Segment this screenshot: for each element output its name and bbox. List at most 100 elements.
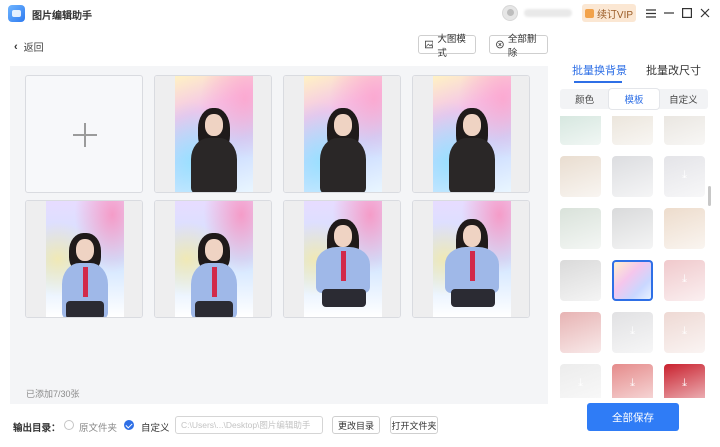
template-thumb-pink-soft[interactable]: ⤓ [664,260,705,301]
person-top [449,138,495,192]
back-button[interactable]: ‹ 返回 [14,39,44,55]
download-icon: ⤓ [682,169,687,181]
image-icon [425,40,434,49]
save-all-button[interactable]: 全部保存 [587,403,679,431]
person-tie [212,267,217,297]
image-tile[interactable] [283,200,401,318]
tile-padding [284,76,304,192]
output-dir-label: 输出目录： [13,423,61,434]
person-face [463,225,481,247]
tile-padding [155,76,175,192]
download-icon: ⤓ [630,377,635,389]
person-tie [83,267,88,297]
segment-color[interactable]: 颜色 [560,89,609,109]
tile-padding [155,201,175,317]
download-icon: ⤓ [578,377,583,389]
template-thumb-beige-texture[interactable] [612,116,653,145]
chevron-left-icon: ‹ [14,40,18,53]
image-tile[interactable] [25,200,143,318]
maximize-icon[interactable] [680,6,694,20]
image-count: 已添加7/30张 [26,389,80,399]
background-panel: 批量换背景 批量改尺寸 颜色 模板 自定义 ⤓ ⤓ ⤓ ⤓ ⤓ ⤓ ⤓ 全部保存 [556,52,720,447]
template-thumb-rainbow-light[interactable] [612,260,653,301]
template-thumb-white-lines[interactable]: ⤓ [612,312,653,353]
delete-all-button[interactable]: 全部删除 [489,34,548,59]
radio-custom-folder[interactable] [124,420,134,430]
template-thumb-coral-red[interactable]: ⤓ [612,364,653,398]
person-skirt [451,289,495,307]
image-grid-panel: 已添加7/30张 [10,66,548,404]
download-icon: ⤓ [682,273,687,285]
radio-original-folder[interactable] [64,420,74,430]
username-blurred[interactable] [524,9,572,17]
add-image-tile[interactable] [25,75,143,193]
tile-padding [253,76,271,192]
template-thumb-grey-mist[interactable] [612,208,653,249]
tile-padding [382,201,400,317]
original-folder-label: 原文件夹 [79,423,118,434]
scrollbar-thumb[interactable] [708,186,711,206]
person-top [320,138,366,192]
segment-custom[interactable]: 自定义 [659,89,708,109]
template-scrollbar[interactable] [708,116,712,398]
person-face [205,239,223,261]
tile-padding [253,201,271,317]
template-thumb-blush-pink[interactable]: ⤓ [664,312,705,353]
image-tile[interactable] [283,75,401,193]
person-tie [470,251,475,281]
tile-padding [413,76,433,192]
download-icon: ⤓ [682,325,687,337]
image-tile[interactable] [154,200,272,318]
template-thumb-mint-marble[interactable] [560,116,601,145]
vip-icon [584,8,594,18]
large-view-label: 大图模式 [437,33,466,59]
large-view-button[interactable]: 大图模式 [418,34,476,59]
person-skirt [66,301,104,317]
person-skirt [195,301,233,317]
template-thumb-red-floral[interactable] [560,312,601,353]
open-folder-button[interactable]: 打开文件夹 [390,416,438,434]
image-tile[interactable] [154,75,272,193]
title-bar: 图片编辑助手 续订VIP [0,0,720,27]
tile-padding [511,76,529,192]
template-thumb-ink-mountain[interactable] [664,116,705,145]
image-tile[interactable] [412,75,530,193]
template-thumb-floral-cream[interactable] [664,208,705,249]
template-thumb-ink-landscape[interactable] [612,156,653,197]
app-logo-icon [8,5,25,22]
change-dir-button[interactable]: 更改目录 [332,416,380,434]
person-face [334,114,352,136]
tab-batch-resize[interactable]: 批量改尺寸 [646,62,701,78]
tile-padding [26,201,46,317]
renew-vip-label: 续订VIP [596,9,634,21]
back-label: 返回 [23,43,44,54]
minimize-icon[interactable] [662,6,676,20]
app-title: 图片编辑助手 [32,11,92,22]
template-thumb-light-grey[interactable]: ⤓ [560,364,601,398]
image-tile[interactable] [412,200,530,318]
menu-icon[interactable] [644,6,658,20]
person-skirt [322,289,366,307]
tile-padding [124,201,142,317]
segment-template[interactable]: 模板 [609,89,659,109]
close-icon[interactable] [698,6,712,20]
output-path-input[interactable]: C:\Users\...\Desktop\图片编辑助手 [175,416,323,434]
avatar[interactable] [502,5,518,21]
template-thumb-cloud-mountain[interactable]: ⤓ [664,156,705,197]
background-type-segments: 颜色 模板 自定义 [560,89,708,109]
person-face [334,225,352,247]
person-face [463,114,481,136]
template-thumb-crimson[interactable]: ⤓ [664,364,705,398]
renew-vip-button[interactable]: 续订VIP [582,4,636,22]
template-thumb-silver-wave[interactable] [560,260,601,301]
template-thumb-misty-mountain-beige[interactable] [560,156,601,197]
custom-folder-label: 自定义 [141,423,170,434]
tab-batch-background[interactable]: 批量换背景 [572,62,627,78]
tile-padding [284,201,304,317]
template-thumb-sage-paper[interactable] [560,208,601,249]
person-top [191,138,237,192]
tile-padding [382,76,400,192]
template-grid: ⤓ ⤓ ⤓ ⤓ ⤓ ⤓ ⤓ [560,116,710,398]
app-window: 图片编辑助手 续订VIP ‹ 返回 大图模式 全部删除 已添加7/30张 批量换… [0,0,720,447]
tile-padding [413,201,433,317]
